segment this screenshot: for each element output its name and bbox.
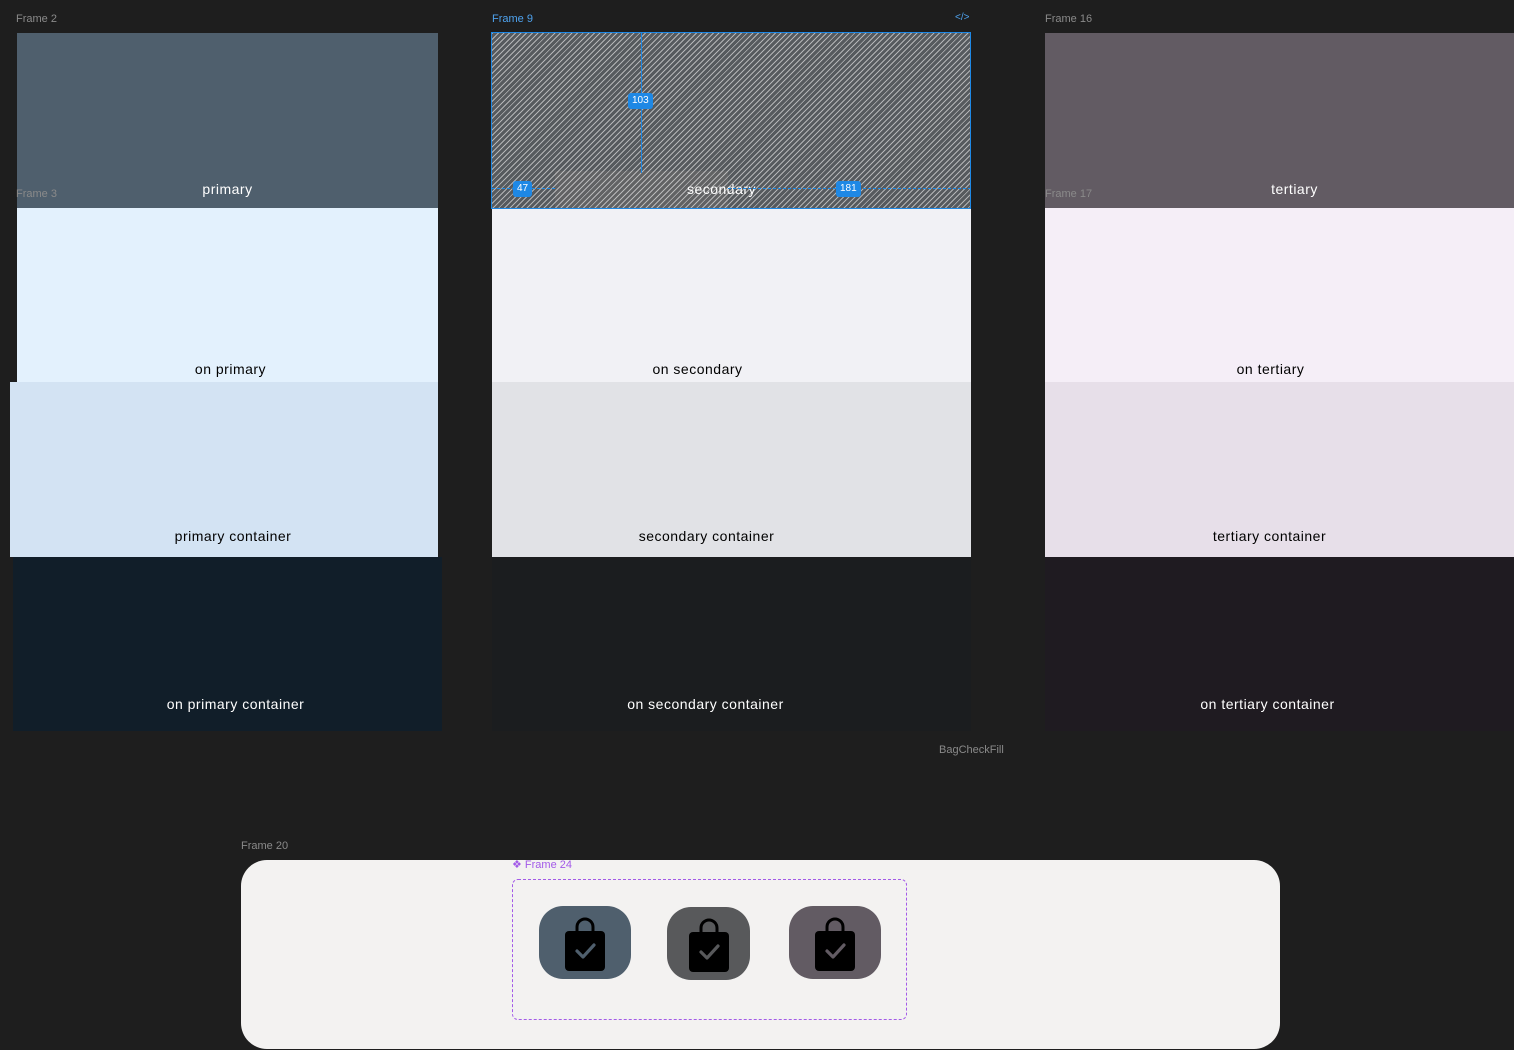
swatch-primary[interactable]: primary — [17, 33, 438, 208]
bag-check-fill-icon — [688, 918, 729, 972]
component-frame-name: Frame 24 — [524, 859, 572, 871]
frame-label[interactable]: Frame 17 — [1045, 188, 1092, 200]
swatch-on-tertiary-container[interactable]: on tertiary container — [1045, 557, 1514, 731]
swatch-label: secondary container — [638, 528, 775, 544]
swatch-secondary[interactable]: secondary — [492, 33, 971, 208]
swatch-tertiary-container[interactable]: tertiary container — [1045, 382, 1514, 557]
component-icon: ❖ — [512, 859, 525, 871]
swatch-label: secondary — [686, 181, 757, 197]
frame-label-selected[interactable]: Frame 9 — [492, 13, 533, 25]
swatch-on-tertiary[interactable]: on tertiary — [1045, 208, 1514, 383]
swatch-secondary-container[interactable]: secondary container — [492, 382, 971, 557]
distance-badge-top: 103 — [628, 93, 653, 109]
swatch-label: tertiary container — [1212, 528, 1327, 544]
frame-label[interactable]: Frame 2 — [16, 13, 57, 25]
icon-button-secondary[interactable] — [667, 907, 750, 980]
code-icon[interactable]: </> — [955, 12, 969, 23]
swatch-primary-container[interactable]: primary container — [10, 382, 438, 557]
swatch-on-primary-container[interactable]: on primary container — [13, 557, 442, 731]
distance-badge-right: 181 — [836, 181, 861, 197]
component-frame-label[interactable]: ❖ Frame 24 — [512, 858, 572, 871]
swatch-label: on secondary — [652, 361, 743, 377]
swatch-label: on primary container — [166, 696, 305, 712]
swatch-tertiary[interactable]: tertiary — [1045, 33, 1514, 208]
component-label[interactable]: BagCheckFill — [939, 744, 1004, 756]
swatch-on-secondary-container[interactable]: on secondary container — [492, 557, 971, 731]
bag-check-fill-icon — [565, 917, 605, 971]
icon-button-primary[interactable] — [539, 906, 631, 979]
frame-label[interactable]: Frame 3 — [16, 188, 57, 200]
swatch-label: on tertiary — [1236, 361, 1305, 377]
swatch-label: on tertiary container — [1200, 696, 1335, 712]
swatch-on-secondary[interactable]: on secondary — [492, 208, 971, 383]
bag-check-fill-icon — [815, 917, 855, 971]
icon-button-tertiary[interactable] — [789, 906, 881, 979]
swatch-label: on primary — [194, 361, 267, 377]
swatch-label: primary — [202, 181, 253, 197]
swatch-label: on secondary container — [627, 696, 784, 712]
distance-badge-left: 47 — [513, 181, 533, 197]
swatch-label: primary container — [174, 528, 292, 544]
frame-label[interactable]: Frame 16 — [1045, 13, 1092, 25]
swatch-on-primary[interactable]: on primary — [17, 208, 438, 383]
swatch-label: tertiary — [1271, 181, 1318, 197]
frame-label[interactable]: Frame 20 — [241, 840, 288, 852]
